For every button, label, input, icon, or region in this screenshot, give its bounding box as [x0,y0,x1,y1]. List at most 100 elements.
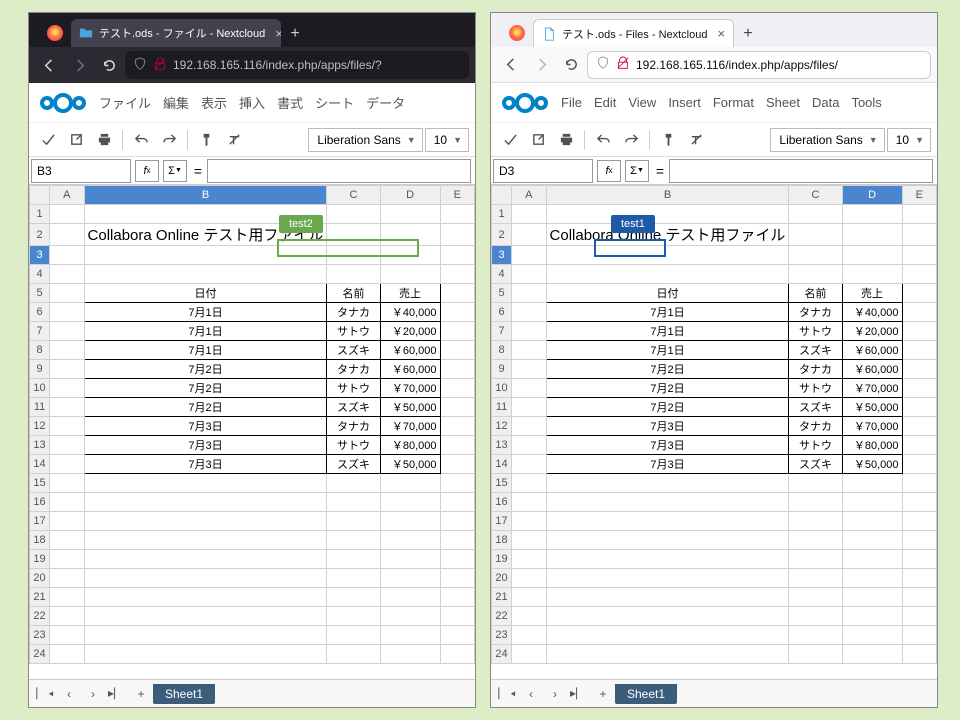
sum-button[interactable]: Σ▼ [163,160,187,182]
row-header[interactable]: 7 [492,322,512,341]
cell[interactable] [440,569,474,588]
cell[interactable] [84,246,327,265]
font-size-select[interactable]: 10▼ [425,128,469,152]
reload-button[interactable] [557,51,585,79]
cell[interactable]: 7月3日 [84,417,327,436]
cell[interactable]: 7月3日 [546,455,789,474]
row-header[interactable]: 18 [30,531,50,550]
cell[interactable] [440,398,474,417]
spreadsheet-grid[interactable]: ABCDE12Collabora Online テスト用ファイル345日付名前売… [29,185,475,679]
cell[interactable] [84,474,327,493]
cell[interactable] [789,645,842,664]
cell[interactable] [842,645,902,664]
menu-item[interactable]: Sheet [766,95,800,110]
row-header[interactable]: 12 [492,417,512,436]
cell[interactable]: ￥70,000 [380,379,440,398]
column-header[interactable]: A [50,186,84,205]
url-bar[interactable]: 192.168.165.116/index.php/apps/files/? [125,51,469,79]
cell[interactable]: Collabora Online テスト用ファイル [546,224,789,246]
cell[interactable] [84,645,327,664]
formula-input[interactable] [207,159,471,183]
row-header[interactable]: 15 [492,474,512,493]
cell[interactable]: タナカ [789,303,842,322]
prev-sheet-button[interactable]: ‹ [57,683,81,705]
undo-button[interactable] [590,127,616,153]
row-header[interactable]: 4 [30,265,50,284]
cell[interactable] [512,588,546,607]
cell[interactable] [789,474,842,493]
cell[interactable] [327,474,380,493]
forward-button[interactable] [527,51,555,79]
cell[interactable]: ￥20,000 [842,322,902,341]
cell[interactable] [902,436,936,455]
cell[interactable] [512,550,546,569]
menu-item[interactable]: Insert [668,95,701,110]
menu-item[interactable]: 表示 [201,93,227,112]
cell[interactable]: 7月3日 [546,436,789,455]
cell[interactable]: 名前 [327,284,380,303]
cell[interactable] [327,588,380,607]
cell[interactable] [50,569,84,588]
cell[interactable] [512,417,546,436]
cell[interactable]: 日付 [546,284,789,303]
cell[interactable] [546,265,789,284]
cell[interactable] [902,398,936,417]
menu-item[interactable]: シート [315,93,354,112]
cell[interactable] [327,512,380,531]
cell[interactable] [440,360,474,379]
redo-button[interactable] [618,127,644,153]
cell[interactable] [546,569,789,588]
cell[interactable] [512,341,546,360]
cell[interactable]: 7月3日 [84,455,327,474]
nextcloud-logo-icon[interactable] [37,90,89,116]
cell[interactable] [842,224,902,246]
new-tab-button[interactable]: + [281,25,309,43]
cell[interactable] [327,645,380,664]
cell[interactable] [842,205,902,224]
cell[interactable] [440,379,474,398]
cell[interactable] [84,265,327,284]
cell[interactable] [327,626,380,645]
cell[interactable] [327,550,380,569]
cell-reference-input[interactable]: B3 [31,159,131,183]
cell[interactable] [50,436,84,455]
row-header[interactable]: 4 [492,265,512,284]
cell[interactable] [902,531,936,550]
cell[interactable] [842,531,902,550]
cell[interactable]: ￥50,000 [380,455,440,474]
browser-tab[interactable]: テスト.ods - Files - Nextcloud × [533,19,734,47]
cell[interactable] [84,626,327,645]
cell[interactable] [327,493,380,512]
new-tab-button[interactable]: + [734,25,762,43]
cell[interactable] [512,512,546,531]
column-header[interactable]: B [546,186,789,205]
cell[interactable] [84,569,327,588]
row-header[interactable]: 8 [492,341,512,360]
cell[interactable] [50,303,84,322]
cell[interactable]: スズキ [789,398,842,417]
cell[interactable] [512,569,546,588]
cell[interactable] [512,284,546,303]
menu-item[interactable]: 書式 [277,93,303,112]
cell[interactable]: タナカ [327,360,380,379]
row-header[interactable]: 6 [30,303,50,322]
cell[interactable] [440,284,474,303]
row-header[interactable]: 7 [30,322,50,341]
cell[interactable] [902,626,936,645]
cell[interactable] [380,550,440,569]
cell[interactable] [380,569,440,588]
cell[interactable] [789,246,842,265]
column-header[interactable]: C [327,186,380,205]
cell[interactable] [512,436,546,455]
cell[interactable] [327,224,380,246]
cell[interactable] [50,398,84,417]
cell[interactable] [50,322,84,341]
cell[interactable] [50,512,84,531]
cell[interactable] [440,550,474,569]
cell[interactable]: ￥80,000 [842,436,902,455]
row-header[interactable]: 10 [492,379,512,398]
cell[interactable]: 名前 [789,284,842,303]
row-header[interactable]: 22 [30,607,50,626]
cell[interactable]: スズキ [789,455,842,474]
cell[interactable] [84,550,327,569]
